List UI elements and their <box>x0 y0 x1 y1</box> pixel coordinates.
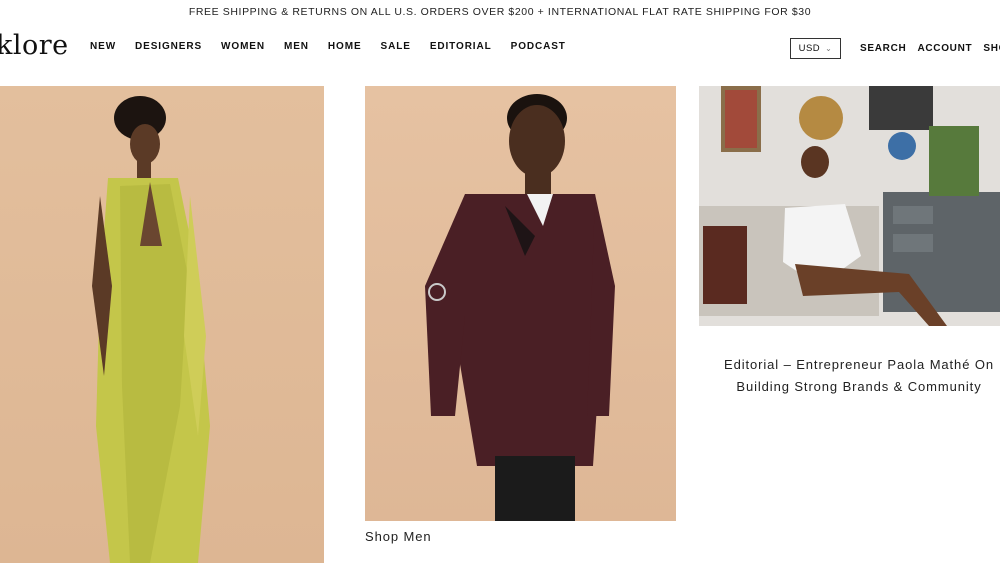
nav-podcast[interactable]: PODCAST <box>511 41 566 52</box>
editorial-caption-line-2: Building Strong Brands & Community <box>736 379 982 394</box>
currency-select[interactable]: USD ⌄ <box>790 38 841 59</box>
currency-value: USD <box>798 43 821 54</box>
site-header: klore NEW DESIGNERS WOMEN MEN HOME SALE … <box>0 24 1000 72</box>
nav-home[interactable]: HOME <box>328 41 362 52</box>
editorial-article-link[interactable]: Editorial – Entrepreneur Paola Mathé On … <box>699 354 1000 398</box>
nav-men[interactable]: MEN <box>284 41 309 52</box>
model-figure-illustration <box>425 94 615 521</box>
nav-new[interactable]: NEW <box>90 41 116 52</box>
main-nav: NEW DESIGNERS WOMEN MEN HOME SALE EDITOR… <box>90 41 585 52</box>
editorial-caption-line-1: Editorial – Entrepreneur Paola Mathé On <box>724 357 994 372</box>
nav-designers[interactable]: DESIGNERS <box>135 41 202 52</box>
men-feature-image[interactable] <box>365 86 676 521</box>
shop-men-link[interactable]: Shop Men <box>365 529 431 544</box>
model-figure-illustration <box>92 96 210 563</box>
account-link[interactable]: ACCOUNT <box>917 43 972 54</box>
brand-logo[interactable]: klore <box>0 30 69 61</box>
editorial-feature-image[interactable] <box>699 86 1000 326</box>
search-link[interactable]: SEARCH <box>860 43 906 54</box>
shop-link[interactable]: SHOP <box>983 43 1000 54</box>
nav-women[interactable]: WOMEN <box>221 41 265 52</box>
editorial-scene-illustration <box>699 86 1000 326</box>
nav-editorial[interactable]: EDITORIAL <box>430 41 492 52</box>
utility-nav: SEARCH ACCOUNT SHOP <box>860 43 1000 54</box>
announcement-bar: FREE SHIPPING & RETURNS ON ALL U.S. ORDE… <box>188 6 812 18</box>
chevron-down-icon: ⌄ <box>825 44 833 53</box>
women-feature-image[interactable] <box>0 86 324 563</box>
nav-sale[interactable]: SALE <box>381 41 411 52</box>
